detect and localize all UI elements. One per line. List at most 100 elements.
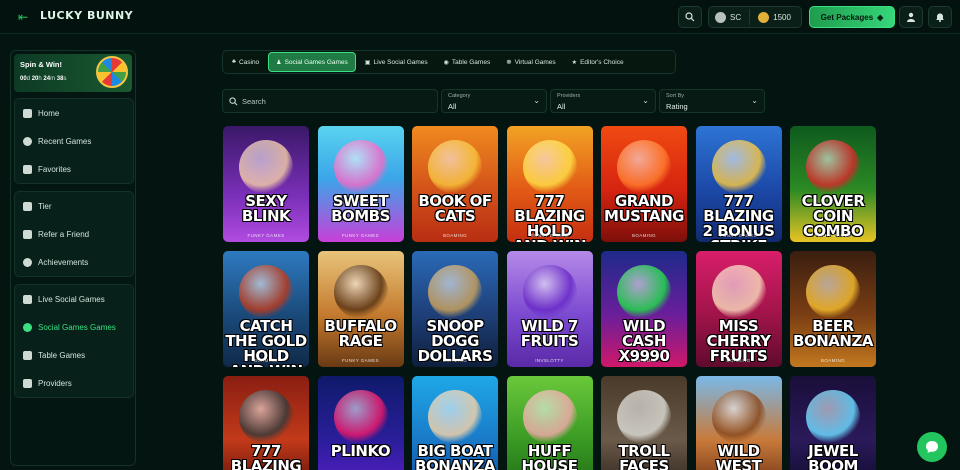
sweep-coin-icon: [715, 11, 726, 23]
sidebar-item-label: Tier: [38, 201, 52, 211]
game-provider: FUNKY GAMES: [530, 233, 569, 238]
game-card[interactable]: Snoop Dogg Dollars BOAMING: [412, 251, 498, 367]
category-dropdown[interactable]: Category All ⌄: [441, 89, 547, 113]
search-button[interactable]: [678, 6, 702, 28]
logo[interactable]: LUCKY BUNNY: [40, 9, 133, 22]
tab-label: Virtual Games: [514, 58, 556, 66]
tab-label: Casino: [238, 58, 260, 66]
pawn-icon: ♟: [276, 59, 282, 66]
dropdown-value: Rating: [666, 102, 688, 111]
game-artwork: [522, 390, 577, 444]
user-plus-icon: [23, 229, 32, 239]
people-icon: [23, 322, 32, 332]
sidebar-item-table-games[interactable]: Table Games: [15, 341, 133, 369]
tab-virtual-games[interactable]: ☸ Virtual Games: [499, 52, 562, 72]
sidebar-item-label: Providers: [38, 378, 72, 388]
game-artwork: [428, 265, 482, 319]
game-provider: BOAMING: [442, 358, 468, 363]
nav-group-main: Home Recent Games Favorites: [14, 98, 134, 184]
wheel-icon: ☸: [506, 59, 512, 66]
game-artwork: [239, 390, 293, 444]
sidebar-item-providers[interactable]: Providers: [15, 369, 133, 397]
sidebar-item-home[interactable]: Home: [15, 99, 133, 127]
search-input[interactable]: [242, 96, 422, 106]
game-provider: BOAMING: [631, 233, 657, 238]
sidebar-item-label: Social Games Games: [38, 322, 116, 332]
sidebar-item-label: Favorites: [38, 164, 71, 174]
game-card[interactable]: Wild WestBOAMING: [695, 376, 782, 470]
chat-button[interactable]: [917, 432, 947, 462]
chip-icon: ◉: [443, 59, 449, 66]
game-card[interactable]: Miss Cherry Fruits BOAMING: [695, 251, 782, 367]
wallet-balance[interactable]: SC 1500: [708, 6, 802, 28]
game-card[interactable]: Sexy Blink FUNKY GAMES: [223, 126, 309, 242]
tab-label: Editor's Choice: [580, 58, 624, 66]
sc-label: SC: [730, 12, 742, 22]
countdown-days: 00: [20, 76, 27, 82]
clock-icon: [23, 136, 32, 146]
game-card[interactable]: Troll FacesBOAMING: [601, 376, 687, 470]
game-title: Grand Mustang: [604, 192, 684, 225]
game-artwork: [333, 390, 388, 444]
divider: [749, 9, 751, 25]
gold-coin-icon: [758, 11, 770, 23]
sidebar-item-social-games[interactable]: Social Games Games: [15, 313, 133, 341]
home-icon: [23, 108, 32, 118]
sidebar-item-live-social-games[interactable]: Live Social Games: [15, 285, 133, 313]
game-card[interactable]: Big Boat BonanzaBOAMING: [412, 376, 498, 470]
minutes-unit: m: [50, 76, 56, 82]
profile-button[interactable]: [899, 6, 923, 28]
game-card[interactable]: PlinkoFUNKY GAMES: [317, 376, 404, 470]
tab-label: Social Games Games: [284, 58, 348, 66]
get-packages-button[interactable]: Get Packages ◈: [809, 6, 895, 28]
layers-icon: [23, 378, 32, 388]
game-card[interactable]: Buffalo Rage FUNKY GAMES: [317, 251, 404, 367]
game-artwork: [239, 265, 293, 319]
chat-bubble-icon: [926, 441, 938, 453]
game-card[interactable]: 777 Blazing Hold and WinFUNKY GAMES: [506, 126, 593, 242]
game-card[interactable]: 777 Blazing ClassicFUNKY GAMES: [223, 376, 309, 470]
tab-casino[interactable]: ♣ Casino: [225, 52, 266, 72]
sidebar-item-tier[interactable]: Tier: [15, 192, 133, 220]
sidebar-item-favorites[interactable]: Favorites: [15, 155, 133, 183]
spin-and-win-banner[interactable]: Spin & Win! 00d 20h 24m 38s: [14, 54, 132, 92]
arrow-left-icon[interactable]: ⇤: [18, 10, 28, 24]
tab-table-games[interactable]: ◉ Table Games: [437, 52, 498, 72]
game-card[interactable]: Beer Bonanza BOAMING: [790, 251, 876, 367]
tab-live-social-games[interactable]: ▣ Live Social Games: [358, 52, 435, 72]
sidebar-item-label: Recent Games: [38, 136, 92, 146]
sidebar-item-recent-games[interactable]: Recent Games: [15, 127, 133, 155]
coins-icon: ◈: [877, 12, 884, 22]
sidebar-item-refer-a-friend[interactable]: Refer a Friend: [15, 220, 133, 248]
game-card[interactable]: Book of Cats BOAMING: [412, 126, 498, 242]
game-card[interactable]: Huff HouseBOAMING: [506, 376, 593, 470]
dropdown-label: Sort By: [666, 93, 685, 99]
game-card[interactable]: 777 Blazing 2 Bonus StrikeFUNKY GAMES: [695, 126, 782, 242]
game-artwork: [428, 140, 482, 194]
sidebar-item-achievements[interactable]: Achievements: [15, 248, 133, 276]
user-icon: [907, 12, 915, 22]
game-card[interactable]: Wild 7 Fruits INVSLOTTY: [506, 251, 593, 367]
game-grid: Sexy Blink FUNKY GAMES Sweet Bombs FUNKY GA…: [223, 126, 876, 470]
seconds-unit: s: [63, 76, 67, 82]
tab-editors-choice[interactable]: ★ Editor's Choice: [565, 52, 631, 72]
game-card[interactable]: Clover Coin Combo FUNKY GAMES: [790, 126, 876, 242]
providers-dropdown[interactable]: Providers All ⌄: [550, 89, 656, 113]
nav-group-rewards: Tier Refer a Friend Achievements: [14, 191, 134, 277]
game-title: Wild 7 Fruits: [520, 317, 579, 350]
search-icon: [229, 96, 238, 105]
tab-social-games[interactable]: ♟ Social Games Games: [268, 52, 356, 72]
spin-title: Spin & Win!: [20, 60, 63, 69]
game-provider: FUNKY GAMES: [247, 233, 285, 238]
game-title: Beer Bonanza: [793, 317, 873, 350]
game-card[interactable]: Grand Mustang BOAMING: [601, 126, 687, 242]
game-card[interactable]: Jewel BoomBOAMING: [790, 376, 876, 470]
game-card[interactable]: Sweet Bombs FUNKY GAMES: [317, 126, 404, 242]
notifications-button[interactable]: [928, 6, 952, 28]
game-card[interactable]: Wild Cash X9990 BOAMING: [601, 251, 687, 367]
dropdown-label: Providers: [557, 93, 581, 99]
game-title: Big Boat Bonanza: [415, 442, 495, 470]
sort-by-dropdown[interactable]: Sort By Rating ⌄: [659, 89, 765, 113]
game-card[interactable]: Catch the Gold Hold and WinBOAMING: [223, 251, 309, 367]
game-artwork: [711, 390, 766, 444]
